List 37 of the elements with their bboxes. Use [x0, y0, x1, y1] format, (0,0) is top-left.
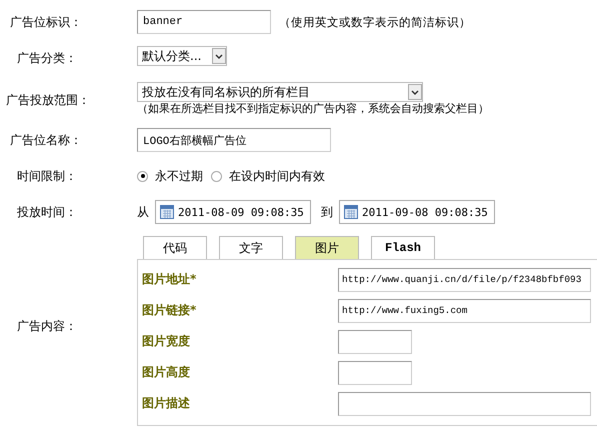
field-label: 图片描述 [142, 395, 191, 412]
date-field[interactable]: 2011-09-08 09:08:35 [339, 200, 495, 224]
field-label: 图片宽度 [142, 333, 191, 350]
tab[interactable]: 图片 [295, 236, 359, 259]
tab[interactable]: Flash [371, 236, 435, 259]
field-label: 广告内容： [16, 318, 78, 335]
hint-text: （如果在所选栏目找不到指定标识的广告内容，系统会自动搜索父栏目） [137, 102, 490, 116]
field-label: 图片高度 [142, 364, 191, 381]
tab[interactable]: 文字 [219, 236, 283, 259]
text-field[interactable] [338, 360, 412, 384]
tab[interactable]: 代码 [143, 236, 207, 259]
radio-button[interactable] [137, 170, 148, 182]
text-field[interactable]: banner [137, 10, 271, 34]
to-label: 到 [321, 204, 333, 220]
hint-text: （使用英文或数字表示的简洁标识） [279, 14, 471, 30]
field-label: 广告位标识： [9, 14, 83, 31]
text-field[interactable]: http://www.quanji.cn/d/file/p/f2348bfbf093 [338, 268, 591, 292]
text-field[interactable] [338, 392, 591, 416]
radio-button[interactable] [211, 170, 222, 182]
date-field[interactable]: 2011-08-09 09:08:35 [155, 200, 311, 224]
field-label: 广告投放范围： [5, 92, 91, 109]
dropdown[interactable]: 默认分类... [137, 46, 227, 66]
field-label: 图片地址* [142, 271, 198, 288]
field-label: 图片链接* [142, 302, 198, 319]
calendar-icon[interactable] [160, 205, 174, 219]
dropdown[interactable]: 投放在没有同名标识的所有栏目 [137, 82, 423, 102]
text-field[interactable]: LOGO右部横幅广告位 [137, 128, 331, 152]
field-label: 广告分类： [16, 50, 78, 67]
field-label: 投放时间： [16, 204, 78, 221]
radio-label[interactable]: 永不过期 [155, 168, 203, 184]
from-label: 从 [137, 204, 149, 220]
field-label: 时间限制： [16, 168, 78, 185]
text-field[interactable]: http://www.fuxing5.com [338, 298, 591, 322]
text-field[interactable] [338, 330, 412, 354]
field-label: 广告位名称： [9, 132, 83, 149]
radio-label[interactable]: 在设内时间内有效 [229, 168, 325, 184]
calendar-icon[interactable] [344, 205, 358, 219]
